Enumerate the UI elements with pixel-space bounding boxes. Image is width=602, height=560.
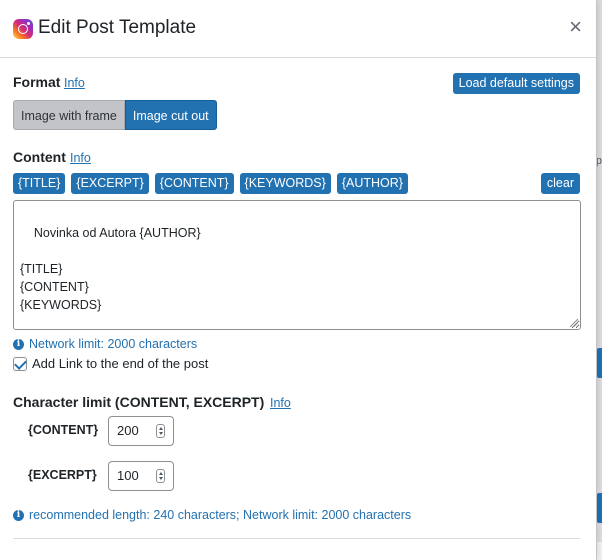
add-link-checkbox[interactable] — [13, 356, 27, 371]
content-limit-spinner[interactable] — [156, 424, 165, 438]
tag-title-button[interactable]: {TITLE} — [13, 173, 66, 194]
character-limit-label: Character limit (CONTENT, EXCERPT) — [13, 394, 265, 410]
load-default-settings-button[interactable]: Load default settings — [452, 73, 580, 94]
network-limit-note: i Network limit: 2000 characters — [13, 337, 197, 351]
modal-header: Edit Post Template × — [0, 0, 596, 58]
content-limit-value: 200 — [117, 423, 139, 438]
format-info-link[interactable]: Info — [64, 76, 85, 90]
excerpt-limit-spinner[interactable] — [156, 469, 165, 483]
network-limit-text: Network limit: 2000 characters — [29, 337, 198, 351]
tag-excerpt-button[interactable]: {EXCERPT} — [71, 173, 149, 194]
recommended-length-note: i recommended length: 240 characters; Ne… — [13, 508, 411, 522]
close-icon[interactable]: × — [569, 15, 582, 39]
format-label: Format — [13, 74, 61, 90]
info-icon: i — [13, 509, 24, 521]
resize-handle[interactable] — [570, 319, 578, 327]
checkmark-icon — [14, 356, 27, 370]
background-button — [597, 348, 602, 378]
add-link-row: Add Link to the end of the post — [13, 356, 208, 371]
clear-button[interactable]: clear — [540, 173, 580, 194]
excerpt-limit-value: 100 — [117, 468, 139, 483]
excerpt-limit-label: {EXCERPT} — [28, 468, 97, 482]
content-textarea[interactable]: Novinka od Autora {AUTHOR} {TITLE} {CONT… — [13, 200, 581, 330]
content-info-link[interactable]: Info — [70, 151, 91, 165]
tag-keywords-button[interactable]: {KEYWORDS} — [239, 173, 331, 194]
divider — [13, 538, 580, 539]
background-button — [597, 493, 602, 523]
tag-content-button[interactable]: {CONTENT} — [154, 173, 234, 194]
image-cut-out-option[interactable]: Image cut out — [124, 100, 217, 130]
excerpt-limit-input[interactable]: 100 — [108, 461, 174, 491]
format-toggle-group: Image with frame Image cut out — [13, 100, 217, 130]
tag-buttons: {TITLE} {EXCERPT} {CONTENT} {KEYWORDS} {… — [13, 173, 408, 194]
image-with-frame-option[interactable]: Image with frame — [13, 100, 125, 130]
character-limit-info-link[interactable]: Info — [270, 396, 291, 410]
content-text: Novinka od Autora {AUTHOR} {TITLE} {CONT… — [20, 226, 201, 312]
instagram-icon — [13, 19, 33, 39]
modal-title: Edit Post Template — [38, 17, 197, 38]
recommended-length-text: recommended length: 240 characters; Netw… — [29, 508, 412, 522]
content-limit-label: {CONTENT} — [28, 423, 99, 437]
add-link-label: Add Link to the end of the post — [32, 356, 209, 371]
tag-author-button[interactable]: {AUTHOR} — [336, 173, 408, 194]
content-label: Content — [13, 149, 66, 165]
content-limit-input[interactable]: 200 — [108, 416, 174, 446]
edit-post-template-modal: Edit Post Template × Format Info Load de… — [0, 0, 597, 560]
info-icon: i — [13, 338, 24, 350]
